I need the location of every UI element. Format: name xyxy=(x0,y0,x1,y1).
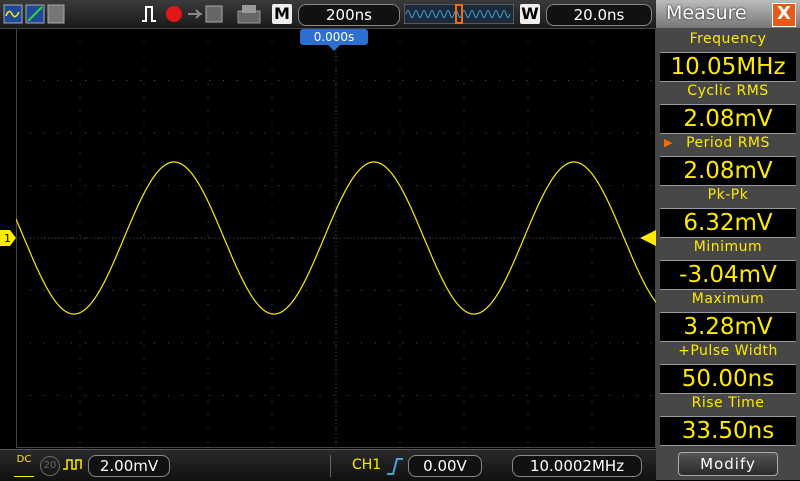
divider xyxy=(330,455,331,477)
measure-value-rise-time: 33.50ns xyxy=(660,416,796,446)
rising-edge-icon xyxy=(387,458,403,475)
measure-label-cyclic-rms[interactable]: Cyclic RMS xyxy=(656,81,800,101)
frequency-counter-display: 10.0002MHz xyxy=(512,455,642,477)
volts-per-div-display[interactable]: 2.00mV xyxy=(88,455,170,477)
measure-label-pulse-width[interactable]: +Pulse Width xyxy=(656,341,800,361)
measure-value-minimum: -3.04mV xyxy=(660,260,796,290)
measure-label-pk-pk[interactable]: Pk-Pk xyxy=(656,185,800,205)
window-time-display[interactable]: 20.0ns xyxy=(546,4,652,26)
measure-label-frequency[interactable]: Frequency xyxy=(656,29,800,49)
measure-value-cyclic-rms: 2.08mV xyxy=(660,104,796,134)
measure-label-rise-time[interactable]: Rise Time xyxy=(656,393,800,413)
measure-label-period-rms[interactable]: Period RMS xyxy=(656,133,800,153)
bottom-status-bar: DC 20 2.00mV CH1 0.00V 10.0002MHz xyxy=(0,449,656,481)
memory-position-bar[interactable] xyxy=(404,4,514,24)
bandwidth-limit-indicator: 20 xyxy=(40,456,60,476)
display-mode-icons[interactable] xyxy=(2,3,66,25)
print-icon[interactable] xyxy=(236,3,266,25)
trigger-source: CH1 xyxy=(352,457,382,473)
measure-panel-header: Measure X xyxy=(656,0,800,28)
measure-value-period-rms: 2.08mV xyxy=(660,156,796,186)
measure-label-maximum[interactable]: Maximum xyxy=(656,289,800,309)
ch1-ground-marker-icon[interactable]: 1 xyxy=(0,230,16,246)
measure-value-maximum: 3.28mV xyxy=(660,312,796,342)
graticule xyxy=(16,28,656,448)
trigger-level-marker-icon[interactable] xyxy=(640,230,656,246)
modify-button[interactable]: Modify xyxy=(678,452,778,476)
window-key[interactable]: W xyxy=(520,4,540,24)
timebase-display[interactable]: 200ns xyxy=(298,4,400,26)
pulse-icon xyxy=(63,459,82,470)
measure-panel: Measure X Frequency 10.05MHz Cyclic RMS … xyxy=(656,0,800,480)
measure-panel-title: Measure xyxy=(666,2,747,24)
run-state-icons[interactable] xyxy=(140,3,230,25)
ch1-marker-label: 1 xyxy=(4,232,11,245)
record-icon xyxy=(166,6,182,22)
trigger-level-display[interactable]: 0.00V xyxy=(408,455,482,477)
memory-key[interactable]: M xyxy=(272,4,292,24)
measure-value-pulse-width: 50.00ns xyxy=(660,364,796,394)
coupling-indicator: DC xyxy=(14,454,34,477)
close-button[interactable]: X xyxy=(772,3,796,27)
measure-label-minimum[interactable]: Minimum xyxy=(656,237,800,257)
top-toolbar: M 200ns W 20.0ns xyxy=(0,0,656,29)
measure-value-frequency: 10.05MHz xyxy=(660,52,796,82)
waveform-screen[interactable] xyxy=(16,28,656,448)
measure-value-pk-pk: 6.32mV xyxy=(660,208,796,238)
